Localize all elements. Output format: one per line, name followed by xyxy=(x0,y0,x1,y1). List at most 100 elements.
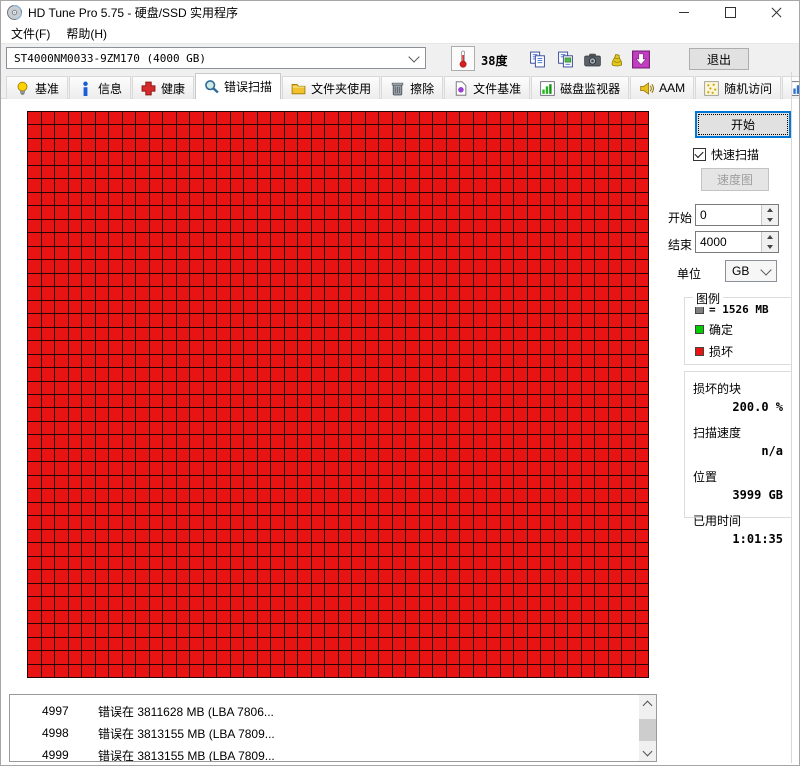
scan-block xyxy=(501,368,514,380)
scan-block xyxy=(582,112,595,124)
scan-block xyxy=(55,584,68,596)
scan-block xyxy=(109,422,122,434)
menu-file[interactable]: 文件(F) xyxy=(3,23,58,44)
start-scan-button[interactable]: 开始 xyxy=(695,111,791,138)
scan-block xyxy=(285,341,298,353)
scroll-down-button[interactable] xyxy=(639,744,656,761)
scan-block xyxy=(433,611,446,623)
update-button[interactable] xyxy=(629,48,653,71)
minimize-button[interactable] xyxy=(661,1,707,23)
tab-erase[interactable]: 擦除 xyxy=(381,76,443,99)
scan-block xyxy=(528,301,541,313)
maximize-button[interactable] xyxy=(707,1,753,23)
log-row[interactable]: 4999错误在 3813155 MB (LBA 7809... xyxy=(10,744,639,761)
scan-block xyxy=(433,328,446,340)
log-row[interactable]: 4998错误在 3813155 MB (LBA 7809... xyxy=(10,722,639,744)
scan-block xyxy=(460,112,473,124)
scan-block xyxy=(609,489,622,501)
scan-block xyxy=(136,489,149,501)
scan-block xyxy=(28,476,41,488)
scan-block xyxy=(514,301,527,313)
scan-block xyxy=(177,489,190,501)
tab-disk-monitor[interactable]: 磁盘监视器 xyxy=(531,76,629,99)
legend-damaged-label: 损坏 xyxy=(709,343,733,360)
scan-block xyxy=(447,179,460,191)
tab-label: AAM xyxy=(659,81,685,95)
scroll-up-button[interactable] xyxy=(639,695,656,712)
scan-block xyxy=(231,220,244,232)
scan-block xyxy=(285,489,298,501)
scan-block xyxy=(231,328,244,340)
tab-folder-usage[interactable]: 文件夹使用 xyxy=(282,76,380,99)
scan-block xyxy=(528,557,541,569)
scan-block xyxy=(568,125,581,137)
log-scrollbar[interactable] xyxy=(639,695,656,761)
exit-button[interactable]: 退出 xyxy=(689,48,749,70)
spin-down-button[interactable] xyxy=(762,215,778,225)
scan-block xyxy=(325,611,338,623)
scan-block xyxy=(231,530,244,542)
tab-error-scan[interactable]: 错误扫描 xyxy=(195,73,281,99)
scan-block xyxy=(163,260,176,272)
scan-block xyxy=(501,206,514,218)
donate-button[interactable] xyxy=(605,48,629,71)
scan-block xyxy=(460,260,473,272)
scan-block xyxy=(28,301,41,313)
scan-block xyxy=(55,489,68,501)
scan-block xyxy=(217,422,230,434)
scan-block xyxy=(636,274,649,286)
spinner-arrows xyxy=(761,205,778,225)
spin-up-button[interactable] xyxy=(762,232,778,242)
scan-block xyxy=(474,665,487,677)
scan-block xyxy=(541,260,554,272)
scan-block xyxy=(582,395,595,407)
tab-aam[interactable]: AAM xyxy=(630,76,694,99)
scan-block xyxy=(298,125,311,137)
scan-block xyxy=(204,638,217,650)
scan-block xyxy=(609,624,622,636)
scan-block xyxy=(96,462,109,474)
scan-block xyxy=(528,125,541,137)
unit-dropdown[interactable]: GB xyxy=(725,260,777,282)
spin-up-button[interactable] xyxy=(762,205,778,215)
menu-help[interactable]: 帮助(H) xyxy=(58,23,115,44)
tab-info[interactable]: 信息 xyxy=(69,76,131,99)
speed-map-button[interactable]: 速度图 xyxy=(701,168,769,191)
scan-block xyxy=(136,206,149,218)
close-button[interactable] xyxy=(753,1,799,23)
log-row[interactable]: 4997错误在 3811628 MB (LBA 7806... xyxy=(10,700,639,722)
drive-select[interactable]: ST4000NM0033-9ZM170 (4000 GB) xyxy=(6,47,426,69)
scan-block xyxy=(406,368,419,380)
scan-block xyxy=(541,220,554,232)
scan-block xyxy=(501,260,514,272)
scan-block xyxy=(609,665,622,677)
screenshot-button[interactable] xyxy=(580,48,604,71)
copy-text-button[interactable] xyxy=(525,48,549,71)
scan-grid[interactable] xyxy=(27,111,649,678)
copy-image-button[interactable] xyxy=(553,48,577,71)
tab-health[interactable]: 健康 xyxy=(132,76,194,99)
scan-block xyxy=(406,274,419,286)
scan-block xyxy=(55,341,68,353)
scan-block xyxy=(555,449,568,461)
scan-block xyxy=(609,355,622,367)
tab-benchmark[interactable]: 基准 xyxy=(6,76,68,99)
end-position-input[interactable] xyxy=(696,232,761,252)
scan-block xyxy=(231,395,244,407)
scan-block xyxy=(487,382,500,394)
scan-block xyxy=(244,328,257,340)
temperature-button[interactable] xyxy=(451,46,475,71)
scan-block xyxy=(568,503,581,515)
scan-block xyxy=(501,516,514,528)
extra-tests-icon xyxy=(791,81,800,96)
start-position-input[interactable] xyxy=(696,205,761,225)
scrollbar-thumb[interactable] xyxy=(639,719,656,741)
scan-block xyxy=(501,476,514,488)
spin-down-button[interactable] xyxy=(762,242,778,252)
tab-random-access[interactable]: 随机访问 xyxy=(695,76,781,99)
tab-file-benchmark[interactable]: 文件基准 xyxy=(444,76,530,99)
quick-scan-checkbox[interactable] xyxy=(693,148,706,161)
scan-block xyxy=(298,247,311,259)
scan-block xyxy=(298,611,311,623)
scan-block xyxy=(271,543,284,555)
